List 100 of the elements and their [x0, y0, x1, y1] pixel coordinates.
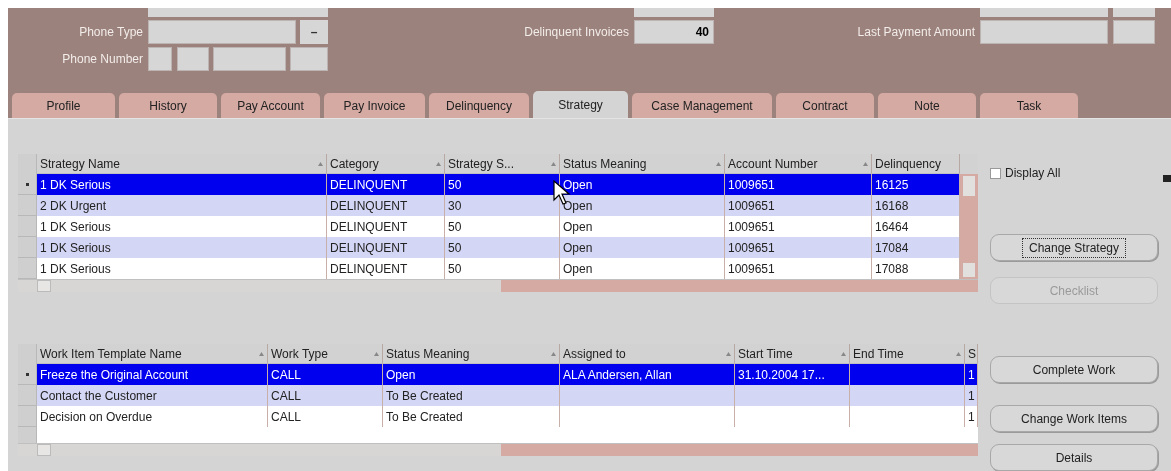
table-cell: 1 [965, 406, 978, 427]
table-cell: CALL [268, 406, 383, 427]
table-cell: Open [560, 258, 725, 279]
phone-type-field[interactable] [148, 20, 296, 44]
sort-icon [551, 351, 556, 356]
table-cell: 2 DK Urgent [37, 195, 327, 216]
table-cell: CALL [268, 385, 383, 406]
field-label: Phone Type [78, 24, 144, 41]
column-header[interactable]: End Time [850, 344, 965, 364]
phone-number-field[interactable] [213, 47, 286, 71]
table-cell: 1 DK Serious [37, 258, 327, 279]
display-all-checkbox[interactable]: Display All [990, 164, 1158, 182]
tab[interactable]: History [119, 93, 217, 118]
sort-icon [436, 161, 441, 166]
tab[interactable]: Case Management [632, 93, 772, 118]
table-cell: Open [560, 237, 725, 258]
table-cell: Open [560, 216, 725, 237]
column-header[interactable]: S [965, 344, 978, 364]
tab[interactable]: Task [980, 93, 1078, 118]
table-cell: 1 DK Serious [37, 174, 327, 195]
field-label: Phone Number [61, 51, 144, 68]
column-header[interactable]: Start Time [735, 344, 850, 364]
input-field[interactable] [634, 8, 714, 17]
table-cell: 17084 [872, 237, 960, 258]
table-cell: 30 [445, 195, 560, 216]
table-cell: Open [560, 174, 725, 195]
dropdown-button[interactable]: – [300, 20, 328, 44]
currency-field[interactable] [1113, 20, 1155, 44]
sort-icon [716, 161, 721, 166]
table-cell: 50 [445, 174, 560, 195]
table-cell: 1 [965, 364, 978, 385]
tab[interactable]: Contract [776, 93, 874, 118]
focus-marker [1163, 175, 1171, 182]
table-cell: 50 [445, 237, 560, 258]
tab[interactable]: Pay Account [221, 93, 320, 118]
table-cell: 1009651 [725, 258, 872, 279]
delinquent-invoices-field[interactable]: 40 [634, 20, 714, 44]
input-field[interactable] [148, 8, 328, 17]
row-indicator[interactable] [18, 364, 37, 385]
tab[interactable]: Delinquency [429, 93, 529, 118]
sort-icon [551, 161, 556, 166]
column-header[interactable]: Status Meaning [560, 154, 725, 174]
table-cell: To Be Created [383, 406, 560, 427]
table-cell: DELINQUENT [327, 237, 445, 258]
field-label: Delinquent Invoices [523, 24, 630, 41]
row-indicator[interactable] [18, 174, 37, 195]
last-payment-amount-field[interactable] [980, 20, 1108, 44]
tab[interactable]: Strategy [533, 91, 628, 118]
table-cell: 16125 [872, 174, 960, 195]
table-cell: 16464 [872, 216, 960, 237]
tab[interactable]: Profile [12, 93, 115, 118]
table-cell: DELINQUENT [327, 258, 445, 279]
column-header[interactable]: Assigned to [560, 344, 735, 364]
table-cell: CALL [268, 364, 383, 385]
corner-header [18, 154, 37, 174]
table-cell: 16168 [872, 195, 960, 216]
input-field[interactable] [1113, 8, 1155, 17]
current-row-icon [25, 372, 29, 376]
column-header[interactable]: Strategy Name [37, 154, 327, 174]
column-header[interactable]: Work Item Template Name [37, 344, 268, 364]
sort-icon [259, 351, 264, 356]
table-cell: Freeze the Original Account [37, 364, 268, 385]
table-cell: DELINQUENT [327, 174, 445, 195]
phone-number-field[interactable] [148, 47, 172, 71]
table-cell: Decision on Overdue [37, 406, 268, 427]
horizontal-scrollbar[interactable] [18, 443, 978, 456]
table-cell: 1009651 [725, 237, 872, 258]
table-cell: 50 [445, 216, 560, 237]
table-cell: DELINQUENT [327, 216, 445, 237]
corner-header [18, 344, 37, 364]
tab[interactable]: Note [878, 93, 976, 118]
column-header[interactable]: Delinquency [872, 154, 960, 174]
action-button[interactable]: Change Strategy [990, 234, 1158, 261]
table-cell: 1009651 [725, 174, 872, 195]
tab[interactable]: Pay Invoice [324, 93, 425, 118]
action-button[interactable]: Details [990, 444, 1158, 471]
action-button[interactable]: Change Work Items [990, 405, 1158, 432]
vertical-scrollbar[interactable] [960, 174, 978, 279]
phone-number-field[interactable] [177, 47, 209, 71]
column-header[interactable]: Category [327, 154, 445, 174]
column-header[interactable]: Work Type [268, 344, 383, 364]
table-cell: 50 [445, 258, 560, 279]
table-cell: 17088 [872, 258, 960, 279]
table-cell: ALA Andersen, Allan [560, 364, 735, 385]
current-row-icon [25, 182, 29, 186]
sort-icon [841, 351, 846, 356]
table-cell: To Be Created [383, 385, 560, 406]
sort-icon [374, 351, 379, 356]
action-button[interactable]: Complete Work [990, 356, 1158, 383]
column-header[interactable]: Account Number [725, 154, 872, 174]
input-field[interactable] [980, 8, 1108, 17]
table-cell: 1009651 [725, 195, 872, 216]
sort-icon [956, 351, 961, 356]
phone-number-field[interactable] [290, 47, 328, 71]
column-header[interactable]: Status Meaning [383, 344, 560, 364]
table-cell: Contact the Customer [37, 385, 268, 406]
horizontal-scrollbar[interactable] [18, 279, 978, 292]
sort-icon [318, 161, 323, 166]
column-header[interactable]: Strategy S... [445, 154, 560, 174]
table-cell: 31.10.2004 17... [735, 364, 850, 385]
